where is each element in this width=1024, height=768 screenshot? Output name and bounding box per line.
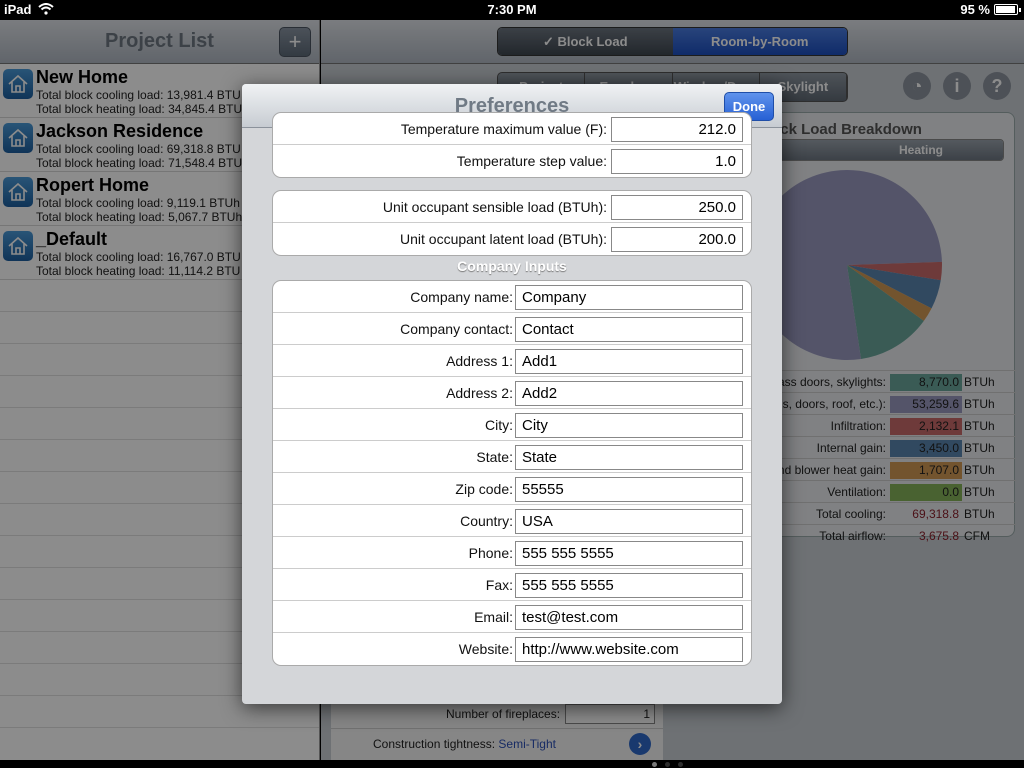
temp-max-row: Temperature maximum value (F): 212.0 xyxy=(273,113,751,145)
status-bar: iPad 7:30 PM 95 % xyxy=(0,0,1024,20)
website-label: Website: xyxy=(458,641,513,657)
fax-input[interactable]: 555 555 5555 xyxy=(515,573,743,598)
address-2-label: Address 2: xyxy=(446,385,513,401)
temp-step-row: Temperature step value: 1.0 xyxy=(273,145,751,177)
battery-icon xyxy=(994,4,1021,15)
temperature-group: Temperature maximum value (F): 212.0 Tem… xyxy=(272,112,752,178)
address-2-input[interactable]: Add2 xyxy=(515,381,743,406)
company-name-input[interactable]: Company xyxy=(515,285,743,310)
email-input[interactable]: test@test.com xyxy=(515,605,743,630)
occupant-latent-input[interactable]: 200.0 xyxy=(611,227,743,252)
address-1-row: Address 1: Add1 xyxy=(273,345,751,377)
phone-row: Phone: 555 555 5555 xyxy=(273,537,751,569)
temp-max-label: Temperature maximum value (F): xyxy=(400,121,607,137)
zip-code-row: Zip code: 55555 xyxy=(273,473,751,505)
city-label: City: xyxy=(485,417,513,433)
address-2-row: Address 2: Add2 xyxy=(273,377,751,409)
zip-code-label: Zip code: xyxy=(455,481,513,497)
fax-label: Fax: xyxy=(485,577,513,593)
country-row: Country: USA xyxy=(273,505,751,537)
clock: 7:30 PM xyxy=(487,2,537,17)
address-1-label: Address 1: xyxy=(446,353,513,369)
company-inputs-header: Company Inputs xyxy=(457,258,567,274)
website-input[interactable]: http://www.website.com xyxy=(515,637,743,662)
phone-label: Phone: xyxy=(468,545,513,561)
company-name-row: Company name: Company xyxy=(273,281,751,313)
occupant-sensible-row: Unit occupant sensible load (BTUh): 250.… xyxy=(273,191,751,223)
company-name-label: Company name: xyxy=(410,289,513,305)
website-row: Website: http://www.website.com xyxy=(273,633,751,665)
country-label: Country: xyxy=(460,513,513,529)
company-contact-input[interactable]: Contact xyxy=(515,317,743,342)
phone-input[interactable]: 555 555 5555 xyxy=(515,541,743,566)
company-inputs-group: Company name: Company Company contact: Cont… xyxy=(272,280,752,666)
email-label: Email: xyxy=(474,609,513,625)
battery-percent: 95 % xyxy=(960,2,990,17)
state-input[interactable]: State xyxy=(515,445,743,470)
state-label: State: xyxy=(476,449,513,465)
temp-max-input[interactable]: 212.0 xyxy=(611,117,743,142)
occupant-latent-row: Unit occupant latent load (BTUh): 200.0 xyxy=(273,223,751,255)
city-input[interactable]: City xyxy=(515,413,743,438)
occupant-group: Unit occupant sensible load (BTUh): 250.… xyxy=(272,190,752,256)
temp-step-input[interactable]: 1.0 xyxy=(611,149,743,174)
country-input[interactable]: USA xyxy=(515,509,743,534)
address-1-input[interactable]: Add1 xyxy=(515,349,743,374)
occupant-sensible-label: Unit occupant sensible load (BTUh): xyxy=(382,199,607,215)
zip-code-input[interactable]: 55555 xyxy=(515,477,743,502)
preferences-modal: Preferences Done Temperature maximum val… xyxy=(242,84,782,704)
company-contact-label: Company contact: xyxy=(400,321,513,337)
occupant-sensible-input[interactable]: 250.0 xyxy=(611,195,743,220)
state-row: State: State xyxy=(273,441,751,473)
temp-step-label: Temperature step value: xyxy=(456,153,607,169)
occupant-latent-label: Unit occupant latent load (BTUh): xyxy=(400,231,607,247)
email-row: Email: test@test.com xyxy=(273,601,751,633)
company-contact-row: Company contact: Contact xyxy=(273,313,751,345)
city-row: City: City xyxy=(273,409,751,441)
fax-row: Fax: 555 555 5555 xyxy=(273,569,751,601)
